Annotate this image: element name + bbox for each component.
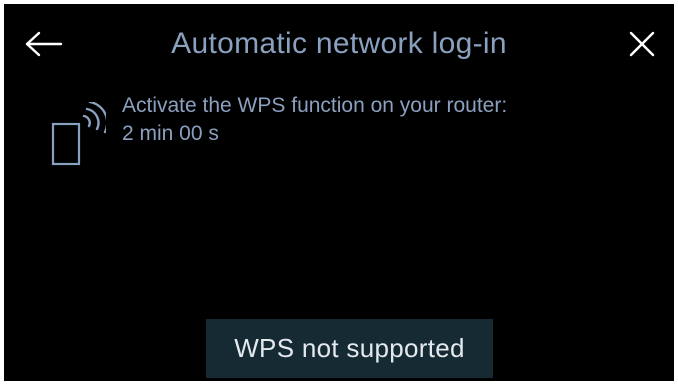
header: Automatic network log-in: [4, 4, 674, 84]
page-title: Automatic network log-in: [171, 27, 507, 60]
wps-message: Activate the WPS function on your router…: [122, 92, 507, 148]
close-button[interactable]: [624, 26, 660, 62]
screen: Automatic network log-in Activate the WP…: [4, 4, 674, 381]
countdown-timer: 2 min 00 s: [122, 122, 219, 145]
instruction-text: Activate the WPS function on your router…: [122, 94, 508, 117]
wps-router-icon: [51, 102, 106, 166]
wps-instruction-panel: Activate the WPS function on your router…: [48, 90, 648, 170]
close-icon: [629, 31, 655, 57]
wps-not-supported-button[interactable]: WPS not supported: [206, 319, 493, 378]
